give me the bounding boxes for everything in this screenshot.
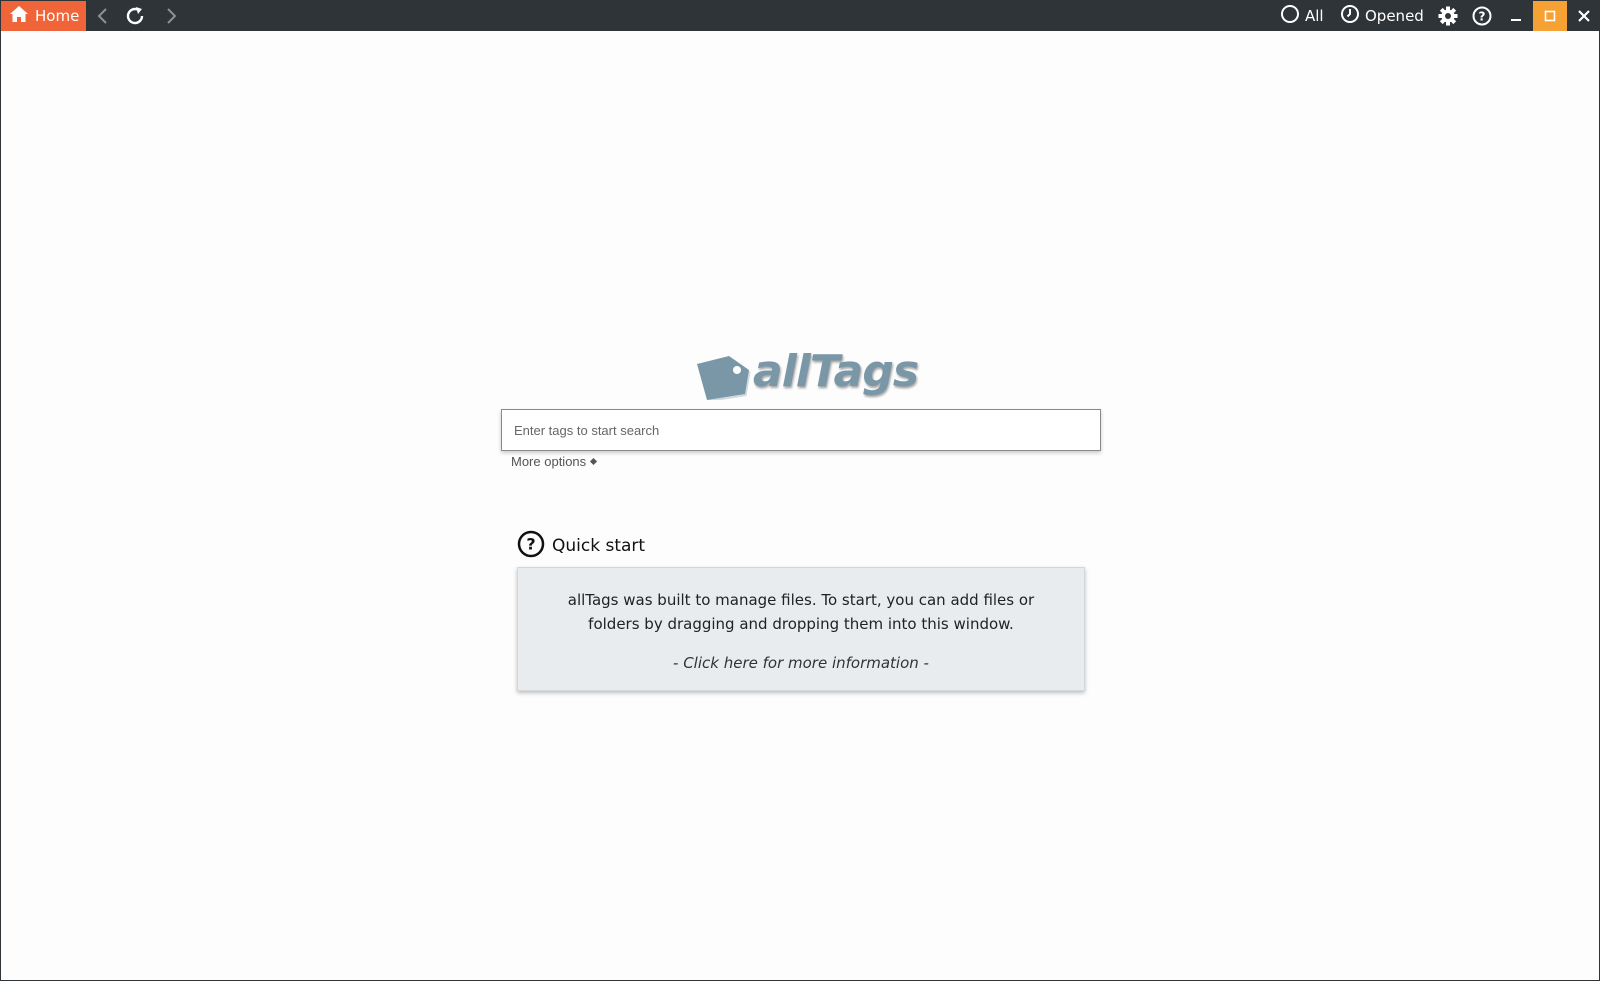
app-logo: allTags [691,344,921,404]
forward-icon[interactable] [157,1,185,31]
maximize-button[interactable] [1533,1,1567,31]
help-icon[interactable]: ? [1465,1,1499,31]
filter-all-label: All [1305,7,1324,25]
filter-all-button[interactable]: All [1280,1,1324,31]
home-button[interactable]: Home [1,1,86,31]
quick-start-body: allTags was built to manage files. To st… [567,591,1035,633]
minimize-button[interactable] [1499,1,1533,31]
question-circle-icon: ? [517,530,545,562]
filter-opened-label: Opened [1365,7,1424,25]
search-input[interactable] [502,410,1100,450]
filter-opened-button[interactable]: Opened [1340,1,1424,31]
tag-icon [691,352,753,404]
close-button[interactable] [1567,1,1600,31]
clock-icon [1340,4,1360,28]
more-options-label: More options [511,454,587,469]
home-icon [9,5,29,27]
logo-text: allTags [753,346,919,397]
more-info-link[interactable]: - Click here for more information - [518,654,1084,672]
home-label: Home [35,7,80,25]
expand-diamond-icon [590,457,598,466]
app-window: Home All Opened ? allTags Enter tags to … [0,0,1600,981]
quick-start-title: Quick start [552,536,646,556]
circle-icon [1280,4,1300,28]
svg-text:?: ? [1479,10,1486,24]
quick-start-header: ? Quick start [517,530,645,562]
quick-start-card[interactable]: allTags was built to manage files. To st… [517,567,1085,691]
title-bar: Home All Opened ? [1,1,1600,31]
search-box [501,409,1101,451]
settings-icon[interactable] [1431,1,1465,31]
more-options-toggle[interactable]: More options [511,454,598,469]
svg-text:?: ? [526,535,535,554]
back-icon[interactable] [89,1,117,31]
refresh-icon[interactable] [122,1,150,31]
